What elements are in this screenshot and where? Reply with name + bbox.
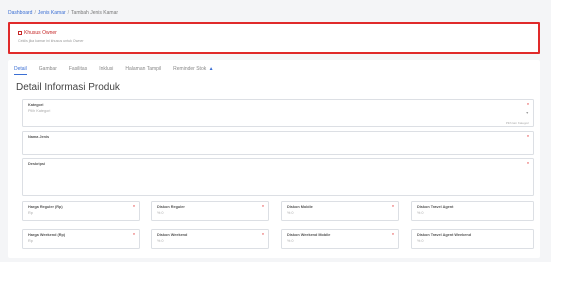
tab-gambar[interactable]: Gambar	[39, 66, 57, 75]
harga-reguler-label: Harga Reguler (Rp)	[28, 205, 63, 209]
deskripsi-field[interactable]: Deskripsi *	[22, 158, 534, 196]
kategori-placeholder: Pilih Kategori	[28, 109, 51, 113]
diskon-reguler-field[interactable]: Diskon Reguler % 0 *	[151, 201, 269, 221]
breadcrumb-separator: /	[67, 10, 70, 16]
required-marker: *	[262, 233, 264, 239]
tab-fasilitas[interactable]: Fasilitas	[69, 66, 87, 75]
nama-jenis-label: Nama Jenis	[28, 135, 50, 139]
required-marker: *	[133, 205, 135, 211]
diskon-weekend-field[interactable]: Diskon Weekend % 0 *	[151, 229, 269, 249]
section-title: Detail Informasi Produk	[16, 82, 120, 93]
required-marker: *	[392, 233, 394, 239]
owner-only-description: Ceklis jika kamar ini khusus untuk Owner	[18, 39, 84, 43]
owner-only-checkbox[interactable]	[18, 31, 22, 35]
diskon-travel-agent-weekend-field[interactable]: Diskon Travel Agent Weekend % 0	[411, 229, 534, 249]
harga-weekend-label: Harga Weekend (Rp)	[28, 233, 66, 237]
diskon-reguler-label: Diskon Reguler	[157, 205, 185, 209]
diskon-mobile-field[interactable]: Diskon Mobile % 0 *	[281, 201, 399, 221]
diskon-travel-agent-label: Diskon Travel Agent	[417, 205, 454, 209]
required-marker: *	[133, 233, 135, 239]
harga-reguler-field[interactable]: Harga Reguler (Rp) Rp *	[22, 201, 140, 221]
diskon-weekend-label: Diskon Weekend	[157, 233, 188, 237]
required-marker: *	[527, 135, 529, 141]
diskon-weekend-value: % 0	[157, 239, 164, 243]
diskon-weekend-mobile-field[interactable]: Diskon Weekend Mobile % 0 *	[281, 229, 399, 249]
diskon-mobile-label: Diskon Mobile	[287, 205, 313, 209]
chevron-down-icon: ▼	[525, 111, 529, 115]
required-marker: *	[527, 162, 529, 168]
kategori-select[interactable]: Kategori Pilih Kategori * ▼ Pilih lain K…	[22, 99, 534, 127]
diskon-mobile-value: % 0	[287, 211, 294, 215]
breadcrumb-current: Tambah Jenis Kamar	[71, 10, 119, 16]
diskon-weekend-mobile-label: Diskon Weekend Mobile	[287, 233, 331, 237]
owner-only-label: Khusus Owner	[24, 30, 57, 36]
owner-only-toggle[interactable]: Khusus Owner	[18, 30, 530, 36]
diskon-weekend-mobile-value: % 0	[287, 239, 294, 243]
breadcrumb-dashboard[interactable]: Dashboard	[8, 10, 32, 16]
diskon-reguler-value: % 0	[157, 211, 164, 215]
diskon-travel-agent-weekend-label: Diskon Travel Agent Weekend	[417, 233, 472, 237]
required-marker: *	[392, 205, 394, 211]
nama-jenis-field[interactable]: Nama Jenis *	[22, 131, 534, 155]
deskripsi-label: Deskripsi	[28, 162, 46, 166]
tab-halaman-tampil[interactable]: Halaman Tampil	[125, 66, 161, 75]
required-marker: *	[262, 205, 264, 211]
diskon-travel-agent-field[interactable]: Diskon Travel Agent % 0	[411, 201, 534, 221]
kategori-hint[interactable]: Pilih lain Kategori	[506, 121, 529, 125]
tab-inklusi[interactable]: Inklusi	[99, 66, 113, 75]
required-marker: *	[527, 103, 529, 109]
breadcrumb-jenis-kamar[interactable]: Jenis Kamar	[38, 10, 66, 16]
harga-reguler-value: Rp	[28, 211, 33, 215]
tab-reminder-stok-label: Reminder Stok	[173, 66, 207, 72]
form-tabs: Detail Gambar Fasilitas Inklusi Halaman …	[14, 66, 214, 75]
tab-reminder-stok[interactable]: Reminder Stok ▲	[173, 66, 213, 75]
owner-only-panel: Khusus Owner Ceklis jika kamar ini khusu…	[8, 22, 540, 54]
diskon-travel-agent-weekend-value: % 0	[417, 239, 424, 243]
kategori-label: Kategori	[28, 103, 44, 107]
warning-icon: ▲	[208, 66, 214, 72]
breadcrumb-separator: /	[34, 10, 36, 16]
tab-detail[interactable]: Detail	[14, 66, 27, 75]
diskon-travel-agent-value: % 0	[417, 211, 424, 215]
harga-weekend-field[interactable]: Harga Weekend (Rp) Rp *	[22, 229, 140, 249]
harga-weekend-value: Rp	[28, 239, 33, 243]
breadcrumb: Dashboard / Jenis Kamar / Tambah Jenis K…	[8, 10, 118, 16]
